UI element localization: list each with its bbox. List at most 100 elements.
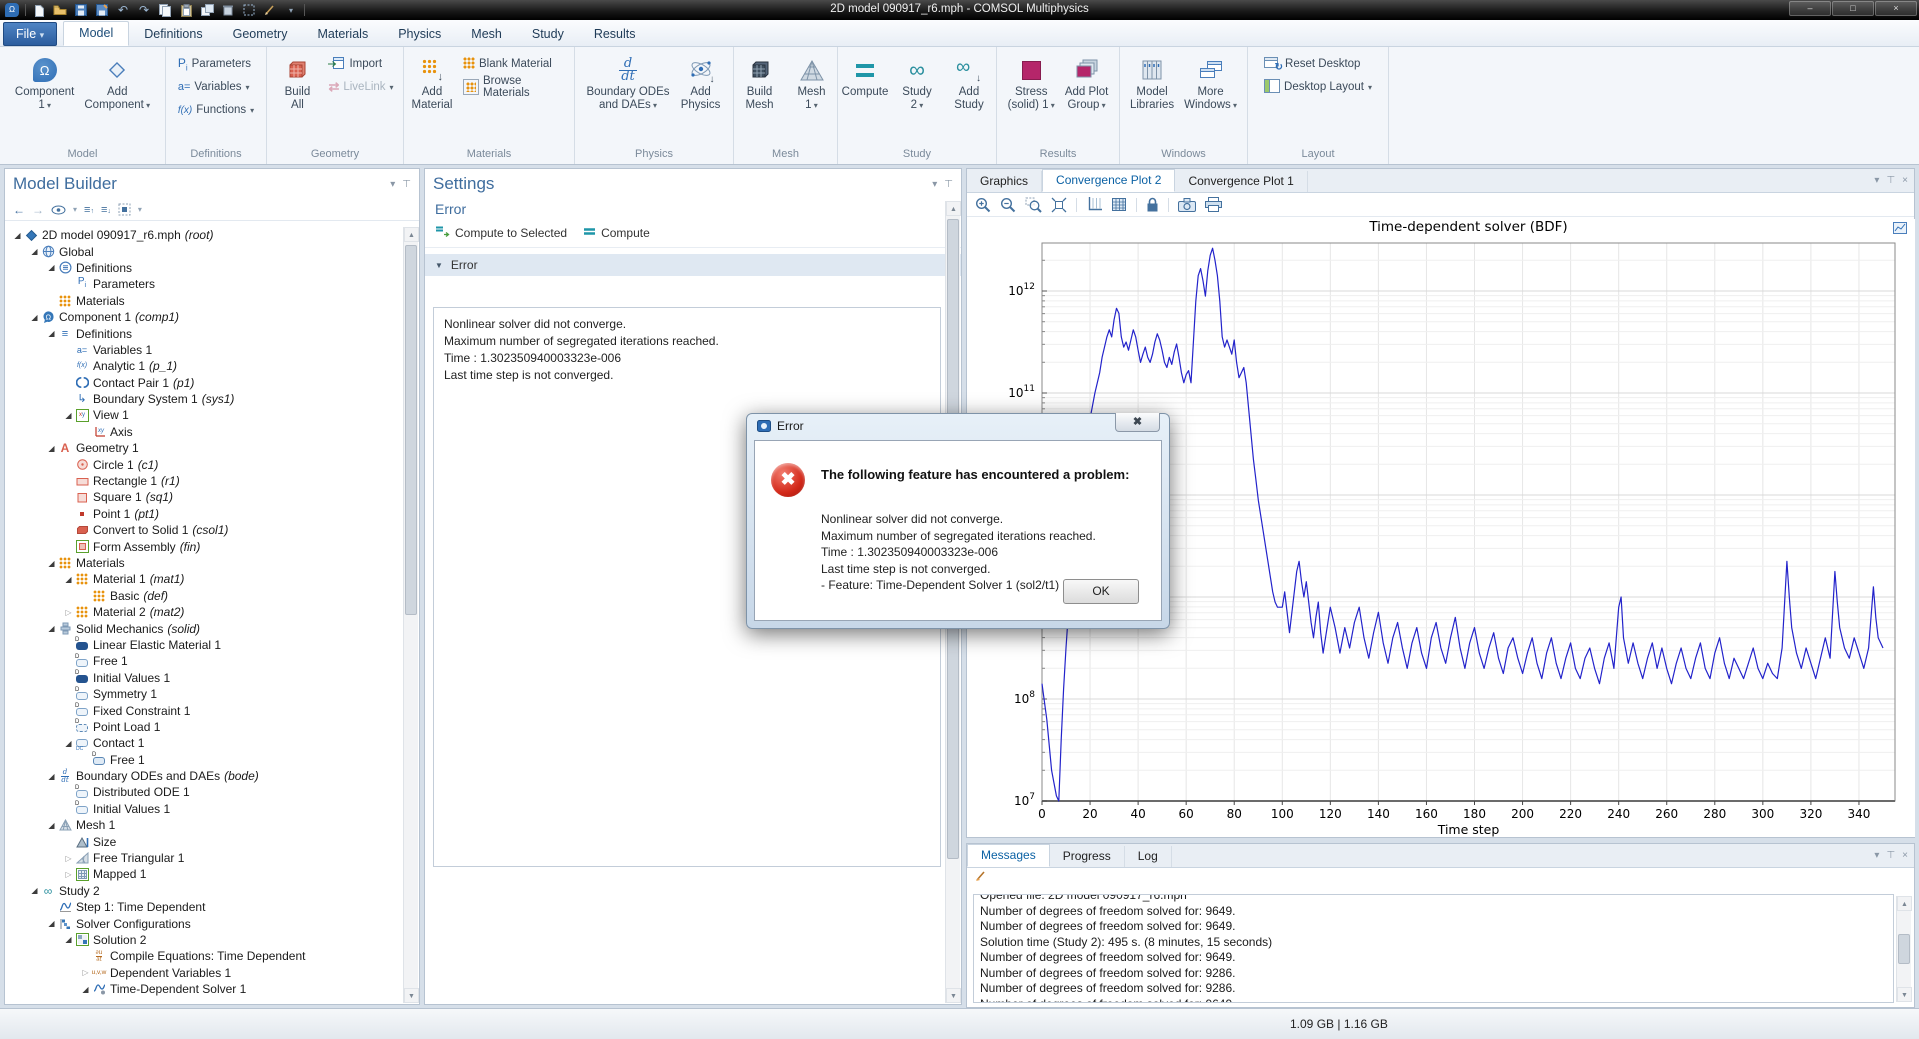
tree-item-basic[interactable]: Basic(def) bbox=[6, 588, 403, 604]
expand-all-icon[interactable]: ≡↓ bbox=[101, 204, 111, 216]
collapsed-arrow-icon[interactable]: ▷ bbox=[63, 608, 74, 617]
model-libraries-button[interactable]: ModelLibraries bbox=[1126, 50, 1178, 147]
add-component-button[interactable]: AddComponent ▾ bbox=[80, 50, 154, 147]
scroll-down-icon[interactable]: ▼ bbox=[1897, 987, 1912, 1002]
expanded-arrow-icon[interactable]: ◢ bbox=[63, 739, 74, 748]
tree-item-free-1[interactable]: DFree 1 bbox=[6, 653, 403, 669]
zoom-box-icon[interactable] bbox=[1025, 197, 1042, 213]
tab-results[interactable]: Results bbox=[579, 23, 651, 46]
scrollbar-thumb[interactable] bbox=[1898, 934, 1910, 964]
close-panel-icon[interactable]: × bbox=[1902, 175, 1908, 186]
tree-item-component-1[interactable]: ◢ΩComponent 1(comp1) bbox=[6, 309, 403, 325]
expanded-arrow-icon[interactable]: ◢ bbox=[63, 935, 74, 944]
scroll-up-icon[interactable]: ▲ bbox=[404, 227, 419, 242]
collapsed-arrow-icon[interactable]: ▷ bbox=[63, 870, 74, 879]
tree-item-free-1[interactable]: DFree 1 bbox=[6, 752, 403, 768]
pin-icon[interactable]: ⊤ bbox=[1886, 850, 1895, 861]
pin-icon[interactable]: ⊤ bbox=[402, 179, 411, 190]
compute-to-selected-button[interactable]: Compute to Selected bbox=[435, 224, 567, 241]
expanded-arrow-icon[interactable]: ◢ bbox=[46, 559, 57, 568]
tree-item-square-1[interactable]: Square 1(sq1) bbox=[6, 489, 403, 505]
error-section-header[interactable]: ▼ Error bbox=[425, 254, 961, 276]
tab-model[interactable]: Model bbox=[63, 21, 129, 46]
clear-messages-icon[interactable] bbox=[975, 869, 989, 887]
tree-item-mapped-1[interactable]: ▷Mapped 1 bbox=[6, 866, 403, 882]
import-button[interactable]: Import bbox=[324, 54, 397, 74]
tab-messages[interactable]: Messages bbox=[967, 844, 1050, 867]
dialog-close-button[interactable]: ✖ bbox=[1115, 413, 1160, 432]
tree-item-dependent-variables-1[interactable]: ▷u,v,wDependent Variables 1 bbox=[6, 965, 403, 981]
add-plot-group-button[interactable]: Add PlotGroup ▾ bbox=[1061, 50, 1112, 147]
tree-item-point-load-1[interactable]: DPoint Load 1 bbox=[6, 719, 403, 735]
tree-item-initial-values-1[interactable]: DInitial Values 1 bbox=[6, 670, 403, 686]
component-1-button[interactable]: ΩComponent1 ▾ bbox=[11, 50, 78, 147]
expanded-arrow-icon[interactable]: ◢ bbox=[46, 821, 57, 830]
tab-geometry[interactable]: Geometry bbox=[218, 23, 303, 46]
expanded-arrow-icon[interactable]: ◢ bbox=[29, 313, 40, 322]
zoom-out-icon[interactable] bbox=[1000, 197, 1016, 213]
tab-materials[interactable]: Materials bbox=[302, 23, 383, 46]
compute-button[interactable]: Compute bbox=[840, 50, 890, 147]
close-button[interactable]: × bbox=[1875, 1, 1917, 16]
variables-button[interactable]: a=Variables▾ bbox=[174, 77, 258, 97]
forward-icon[interactable]: → bbox=[32, 203, 44, 217]
add-material-button[interactable]: ↓AddMaterial bbox=[407, 50, 457, 147]
tab-graphics[interactable]: Graphics bbox=[967, 171, 1042, 192]
tree-item-compile-equations-time-dependent[interactable]: ∂u∂tCompile Equations: Time Dependent bbox=[6, 948, 403, 964]
pin-icon[interactable]: ⊤ bbox=[944, 179, 953, 190]
messages-scrollbar[interactable]: ▲ ▼ bbox=[1896, 896, 1911, 1002]
tab-physics[interactable]: Physics bbox=[383, 23, 456, 46]
panel-menu-icon[interactable]: ▾ bbox=[1874, 175, 1879, 186]
blank-material-button[interactable]: Blank Material bbox=[459, 54, 571, 74]
tree-item-parameters[interactable]: PiParameters bbox=[6, 276, 403, 292]
collapse-all-icon[interactable]: ≡↑ bbox=[84, 204, 94, 216]
parameters-button[interactable]: PiParameters bbox=[174, 54, 258, 74]
tree-item-linear-elastic-material-1[interactable]: DLinear Elastic Material 1 bbox=[6, 637, 403, 653]
functions-button[interactable]: f(x)Functions▾ bbox=[174, 100, 258, 120]
panel-menu-icon[interactable]: ▾ bbox=[1874, 850, 1879, 861]
tree-item-convert-to-solid-1[interactable]: Convert to Solid 1(csol1) bbox=[6, 522, 403, 538]
zoom-in-icon[interactable] bbox=[975, 197, 991, 213]
browse-materials-button[interactable]: Browse Materials bbox=[459, 77, 571, 97]
tab-convergence-plot-1[interactable]: Convergence Plot 1 bbox=[1175, 171, 1307, 192]
grid-settings-icon[interactable] bbox=[1111, 197, 1127, 212]
tab-definitions[interactable]: Definitions bbox=[129, 23, 217, 46]
scroll-down-icon[interactable]: ▼ bbox=[946, 988, 961, 1003]
reset-desktop-button[interactable]: ↻Reset Desktop bbox=[1260, 54, 1376, 74]
scroll-down-icon[interactable]: ▼ bbox=[404, 988, 419, 1003]
panel-menu-icon[interactable]: ▾ bbox=[390, 179, 395, 190]
scrollbar-thumb[interactable] bbox=[405, 245, 417, 615]
scroll-up-icon[interactable]: ▲ bbox=[1897, 896, 1912, 911]
expanded-arrow-icon[interactable]: ◢ bbox=[63, 575, 74, 584]
expanded-arrow-icon[interactable]: ◢ bbox=[46, 919, 57, 928]
desktop-layout-button[interactable]: Desktop Layout▾ bbox=[1260, 77, 1376, 97]
tree-item-contact-1[interactable]: ◢DCContact 1 bbox=[6, 735, 403, 751]
tab-study[interactable]: Study bbox=[517, 23, 579, 46]
tree-item-time-dependent-solver-1[interactable]: ◢Time-Dependent Solver 1 bbox=[6, 981, 403, 997]
image-snapshot-icon[interactable] bbox=[1178, 198, 1196, 212]
expanded-arrow-icon[interactable]: ◢ bbox=[46, 624, 57, 633]
boundary-odes-and-daes-button[interactable]: ddtBoundary ODEsand DAEs ▾ bbox=[582, 50, 673, 147]
tree-item-circle-1[interactable]: Circle 1(c1) bbox=[6, 456, 403, 472]
expanded-arrow-icon[interactable]: ◢ bbox=[12, 231, 23, 240]
compute-button[interactable]: Compute bbox=[583, 226, 650, 240]
show-hide-icon[interactable] bbox=[51, 205, 66, 215]
tree-item-2d-model-090917-r6-mph[interactable]: ◢2D model 090917_r6.mph(root) bbox=[6, 227, 403, 243]
collapsed-arrow-icon[interactable]: ▷ bbox=[63, 854, 74, 863]
tree-item-rectangle-1[interactable]: Rectangle 1(r1) bbox=[6, 473, 403, 489]
tree-item-symmetry-1[interactable]: DSymmetry 1 bbox=[6, 686, 403, 702]
expanded-arrow-icon[interactable]: ◢ bbox=[80, 985, 91, 994]
back-icon[interactable]: ← bbox=[13, 203, 25, 217]
tree-item-boundary-system-1[interactable]: ↳Boundary System 1(sys1) bbox=[6, 391, 403, 407]
build-all-button[interactable]: BuildAll bbox=[272, 50, 322, 147]
tree-item-solution-2[interactable]: ◢Solution 2 bbox=[6, 932, 403, 948]
pin-icon[interactable]: ⊤ bbox=[1886, 175, 1895, 186]
tree-item-materials[interactable]: ◢Materials bbox=[6, 555, 403, 571]
tree-item-mesh-1[interactable]: ◢Mesh 1 bbox=[6, 817, 403, 833]
tree-item-initial-values-1[interactable]: DInitial Values 1 bbox=[6, 801, 403, 817]
tree-item-view-1[interactable]: ◢xyView 1 bbox=[6, 407, 403, 423]
tab-progress[interactable]: Progress bbox=[1050, 846, 1125, 867]
zoom-extents-icon[interactable] bbox=[1051, 197, 1067, 213]
ok-button[interactable]: OK bbox=[1063, 579, 1139, 604]
tree-item-form-assembly[interactable]: Form Assembly(fin) bbox=[6, 538, 403, 554]
